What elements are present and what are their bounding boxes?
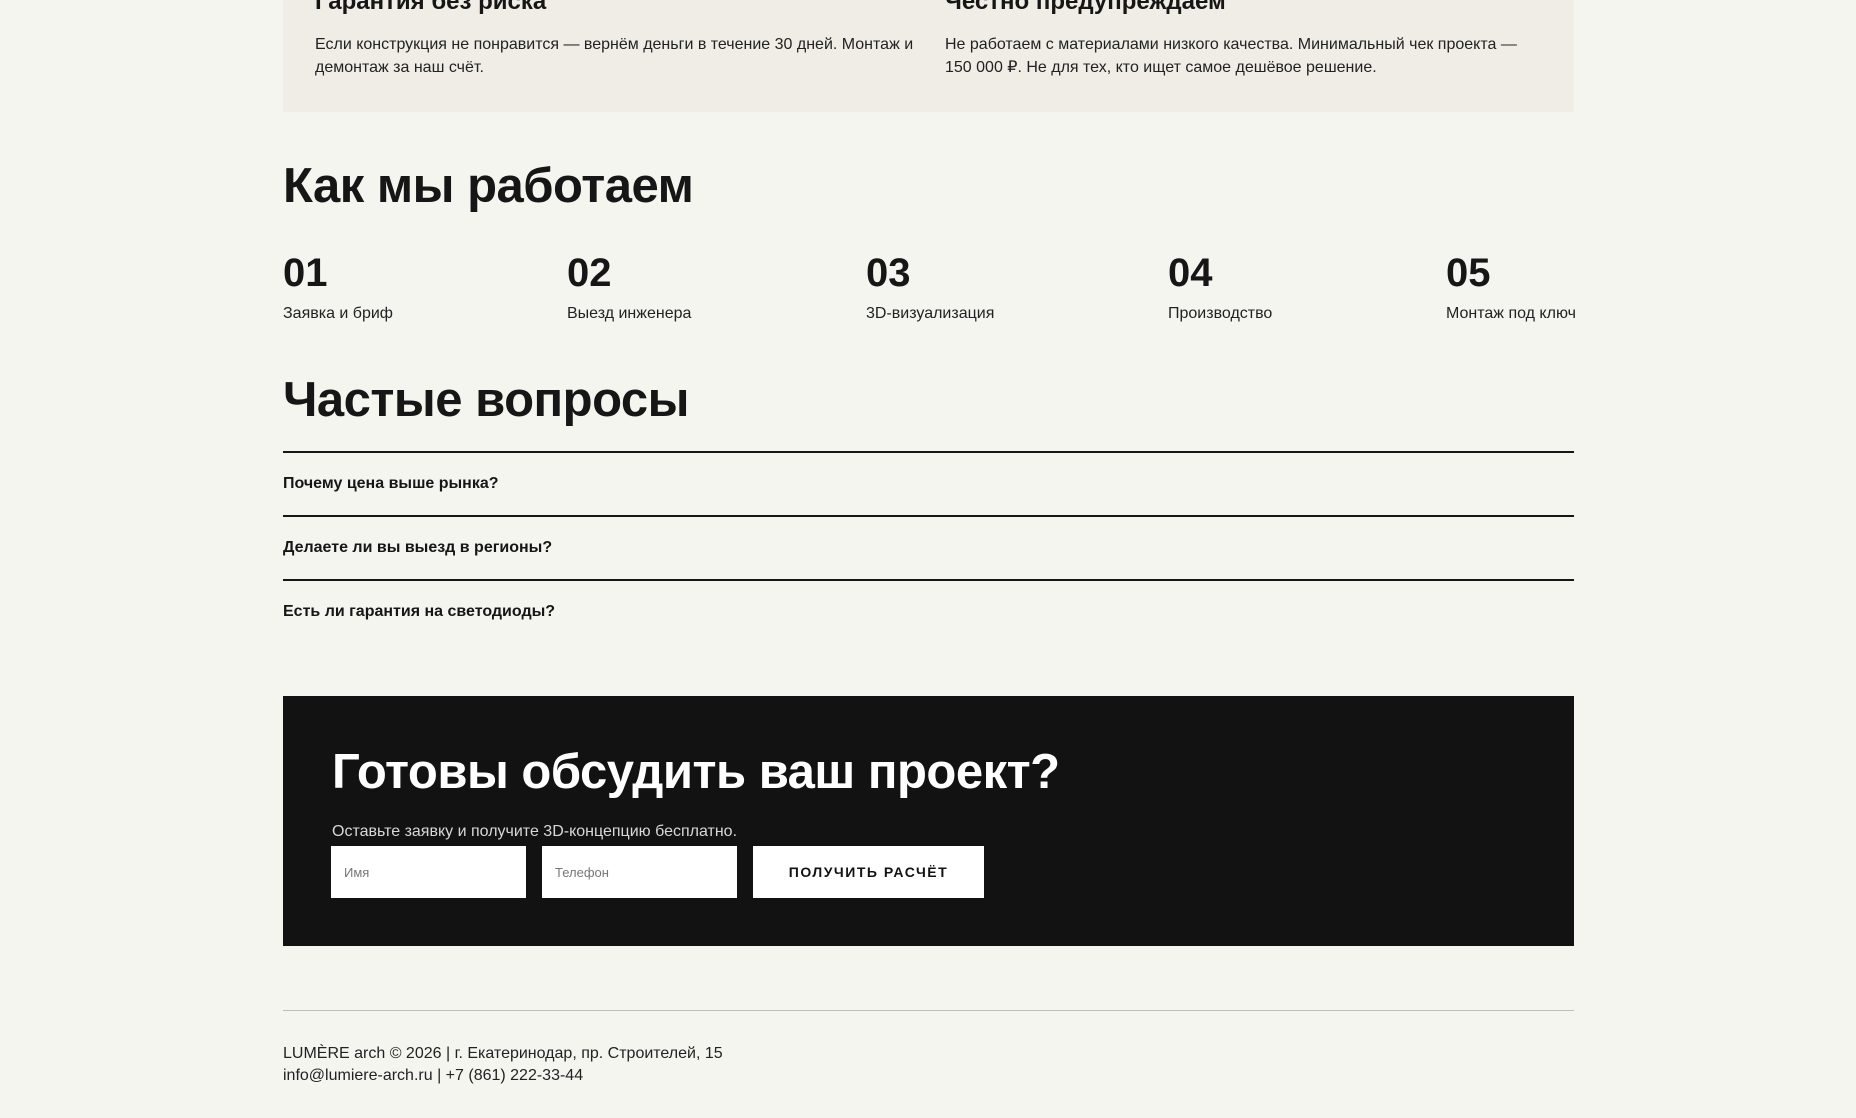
footer-contacts: info@lumiere-arch.ru | +7 (861) 222-33-4… xyxy=(283,1065,1574,1087)
faq-question: Почему цена выше рынка? xyxy=(283,475,499,492)
footer-separator: | xyxy=(432,1067,446,1084)
faq-list: Почему цена выше рынка? Делаете ли вы вы… xyxy=(283,451,1574,643)
steps-section-title: Как мы работаем xyxy=(283,159,694,213)
step-number: 03 xyxy=(866,251,911,295)
step-label: Заявка и бриф xyxy=(283,305,393,322)
step-number: 02 xyxy=(567,251,612,295)
cta-subtitle: Оставьте заявку и получите 3D-концепцию … xyxy=(332,823,738,840)
footer-email-link[interactable]: info@lumiere-arch.ru xyxy=(283,1067,433,1084)
footer: LUMÈRE arch © 2026 | г. Екатеринодар, пр… xyxy=(283,1043,1574,1087)
step-item: 03 3D-визуализация xyxy=(866,250,994,324)
step-number: 04 xyxy=(1168,251,1213,295)
footer-phone-link[interactable]: +7 (861) 222-33-44 xyxy=(446,1067,583,1084)
faq-item[interactable]: Есть ли гарантия на светодиоды? xyxy=(283,579,1574,643)
faq-item[interactable]: Делаете ли вы выезд в регионы? xyxy=(283,515,1574,579)
step-item: 01 Заявка и бриф xyxy=(283,250,393,324)
faq-question: Есть ли гарантия на светодиоды? xyxy=(283,603,556,620)
footer-divider xyxy=(283,1010,1574,1011)
guarantee-panel: Гарантия без риска Если конструкция не п… xyxy=(283,0,1574,112)
step-label: Выезд инженера xyxy=(567,305,692,322)
step-label: Производство xyxy=(1168,305,1273,322)
guarantee-title: Честно предупреждаем xyxy=(945,0,1226,15)
step-item: 05 Монтаж под ключ xyxy=(1446,250,1576,324)
guarantee-text: Не работаем с материалами низкого качест… xyxy=(945,36,1517,76)
faq-question: Делаете ли вы выезд в регионы? xyxy=(283,539,553,556)
step-label: 3D-визуализация xyxy=(866,305,995,322)
footer-copyright: LUMÈRE arch © 2026 | г. Екатеринодар, пр… xyxy=(283,1045,723,1062)
step-label: Монтаж под ключ xyxy=(1446,305,1576,322)
step-number: 01 xyxy=(283,251,328,295)
step-item: 04 Производство xyxy=(1168,250,1272,324)
faq-item[interactable]: Почему цена выше рынка? xyxy=(283,451,1574,515)
faq-section-title: Частые вопросы xyxy=(283,373,689,427)
step-item: 02 Выезд инженера xyxy=(567,250,691,324)
cta-title: Готовы обсудить ваш проект? xyxy=(332,745,1060,799)
name-input[interactable] xyxy=(331,846,526,898)
guarantee-text: Если конструкция не понравится — вернём … xyxy=(315,36,914,76)
cta-section: Готовы обсудить ваш проект? Оставьте зая… xyxy=(283,696,1574,946)
step-number: 05 xyxy=(1446,251,1491,295)
get-quote-button[interactable]: ПОЛУЧИТЬ РАСЧЁТ xyxy=(753,846,984,898)
guarantee-title: Гарантия без риска xyxy=(315,0,547,15)
phone-input[interactable] xyxy=(542,846,737,898)
